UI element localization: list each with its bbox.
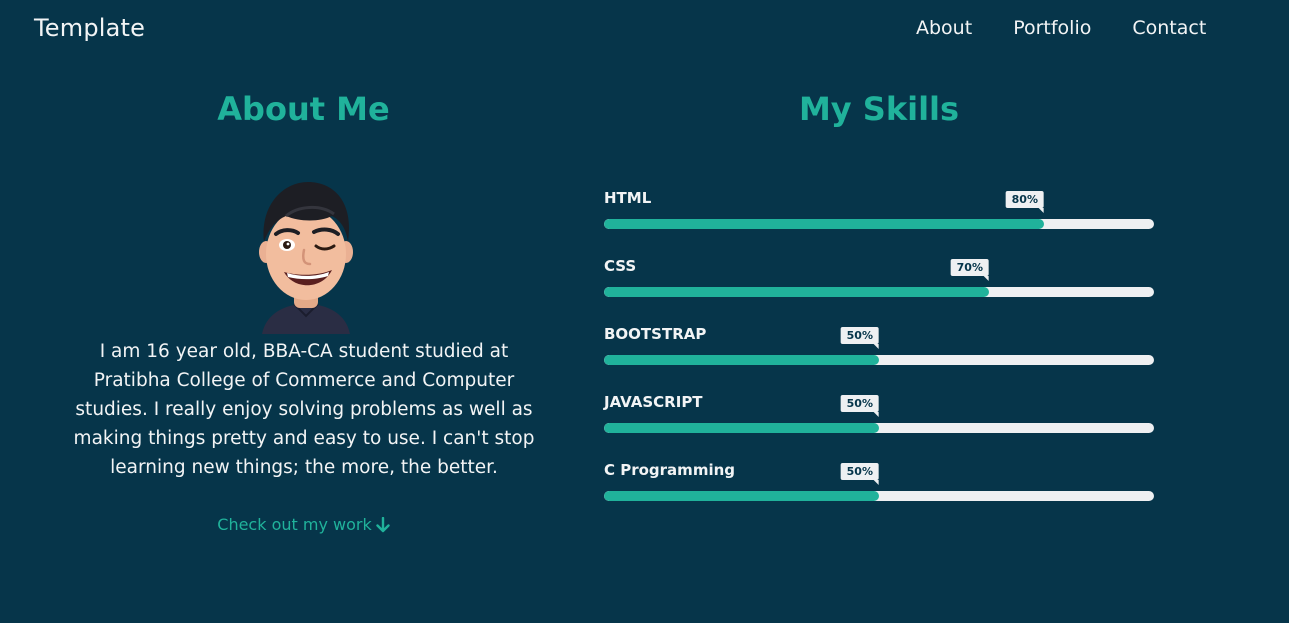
skill-percent-tooltip: 50% (840, 395, 880, 417)
nav-contact[interactable]: Contact (1132, 17, 1206, 39)
arrow-down-icon (376, 516, 390, 533)
skill-progress-fill (604, 219, 1044, 229)
skill-name: BOOTSTRAP (604, 325, 707, 343)
skill-progress-track (604, 355, 1154, 365)
brand-logo[interactable]: Template (34, 14, 145, 42)
skill-item-c-programming: C Programming 50% (604, 459, 1154, 527)
skill-item-bootstrap: BOOTSTRAP 50% (604, 323, 1154, 391)
check-out-work-link[interactable]: Check out my work (0, 515, 607, 534)
about-description: I am 16 year old, BBA-CA student studied… (73, 341, 535, 478)
skill-progress-fill (604, 355, 879, 365)
skill-item-javascript: JAVASCRIPT 50% (604, 391, 1154, 459)
skill-name: CSS (604, 257, 637, 275)
skill-progress-track (604, 219, 1154, 229)
avatar (254, 176, 358, 334)
check-out-work-label: Check out my work (217, 515, 372, 534)
skill-percent-tooltip: 50% (840, 463, 880, 485)
skill-progress-fill (604, 287, 989, 297)
main-nav: About Portfolio Contact (916, 17, 1206, 39)
skill-name: HTML (604, 189, 652, 207)
skill-progress-track (604, 491, 1154, 501)
skill-percent-tooltip: 70% (950, 259, 990, 281)
about-title: About Me (217, 90, 390, 128)
skill-item-css: CSS 70% (604, 255, 1154, 323)
skill-name: JAVASCRIPT (604, 393, 703, 411)
skills-title: My Skills (798, 90, 960, 128)
skill-progress-track (604, 287, 1154, 297)
skill-percent-tooltip: 50% (840, 327, 880, 349)
avatar-memoji-icon (259, 182, 353, 334)
skill-progress-track (604, 423, 1154, 433)
nav-portfolio[interactable]: Portfolio (1013, 17, 1091, 39)
skill-percent-tooltip: 80% (1005, 191, 1045, 213)
skill-progress-fill (604, 491, 879, 501)
skills-list: HTML 80% CSS 70% BOOTSTRAP 50% JAVASCRIP… (604, 187, 1154, 527)
skill-progress-fill (604, 423, 879, 433)
skill-item-html: HTML 80% (604, 187, 1154, 255)
skill-name: C Programming (604, 461, 736, 479)
nav-about[interactable]: About (916, 17, 972, 39)
